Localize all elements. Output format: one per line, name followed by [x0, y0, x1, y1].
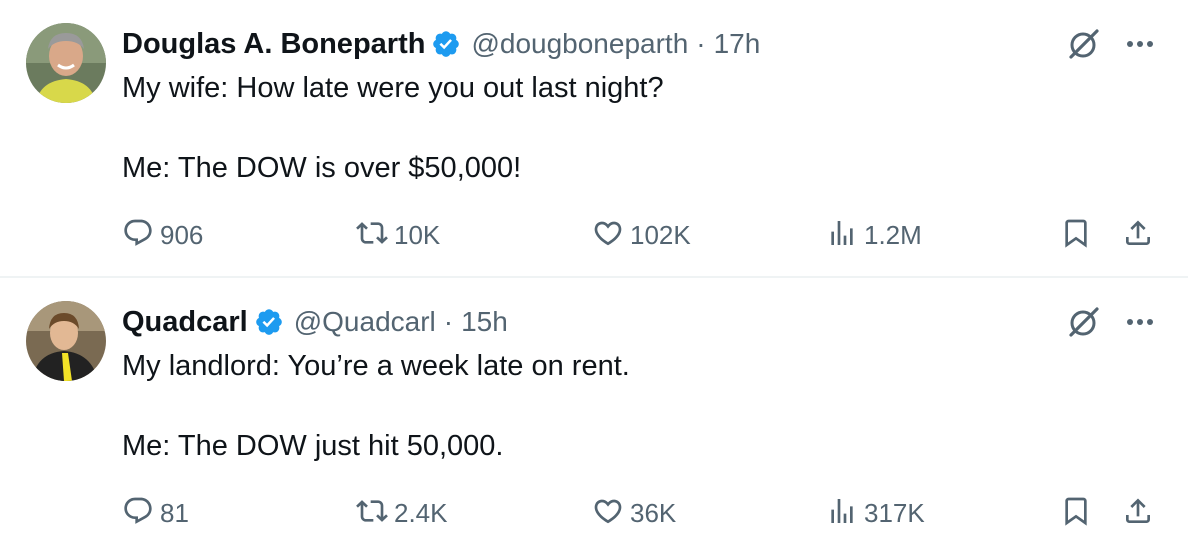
heart-icon	[592, 495, 624, 532]
reply-button[interactable]: 81	[122, 493, 189, 533]
like-button[interactable]: 102K	[592, 215, 691, 255]
tweet[interactable]: Douglas A. Boneparth @dougboneparth · 17…	[0, 0, 1188, 276]
author-handle[interactable]: @dougboneparth	[471, 28, 688, 60]
grok-icon[interactable]	[1066, 304, 1102, 340]
tweet-text: Me: The DOW is over $50,000!	[122, 152, 522, 184]
reply-icon	[122, 495, 154, 532]
author-name[interactable]: Douglas A. Boneparth	[122, 28, 425, 61]
avatar[interactable]	[26, 23, 106, 103]
share-icon	[1122, 217, 1154, 254]
like-button[interactable]: 36K	[592, 493, 676, 533]
bookmark-icon	[1060, 217, 1092, 254]
like-count: 102K	[630, 219, 691, 250]
reply-icon	[122, 217, 154, 254]
tweet-header: Quadcarl @Quadcarl · 15h	[122, 302, 508, 342]
verified-badge-icon	[431, 29, 461, 59]
timestamp[interactable]: 15h	[461, 306, 508, 338]
retweet-count: 10K	[394, 219, 441, 250]
retweet-count: 2.4K	[394, 497, 448, 528]
action-bar: 81 2.4K 36K 317K	[0, 493, 1188, 533]
tweet-text: My wife: How late were you out last nigh…	[122, 72, 664, 104]
timestamp[interactable]: 17h	[714, 28, 761, 60]
reply-count: 906	[160, 219, 204, 250]
bookmark-button[interactable]	[1060, 493, 1092, 533]
bookmark-icon	[1060, 495, 1092, 532]
separator: ·	[696, 28, 706, 59]
verified-badge-icon	[254, 307, 284, 337]
retweet-button[interactable]: 10K	[356, 215, 440, 255]
tweet-text: My landlord: You’re a week late on rent.	[122, 350, 630, 382]
author-name[interactable]: Quadcarl	[122, 306, 248, 339]
retweet-icon	[356, 217, 388, 254]
analytics-icon	[826, 495, 858, 532]
action-bar: 906 10K 102K 1.2M	[0, 215, 1188, 255]
analytics-icon	[826, 217, 858, 254]
reply-button[interactable]: 906	[122, 215, 203, 255]
tweet[interactable]: Quadcarl @Quadcarl · 15h My landlord: Yo…	[0, 278, 1188, 554]
views-count: 1.2M	[864, 219, 922, 250]
more-options-icon[interactable]	[1120, 30, 1160, 58]
tweet-text: Me: The DOW just hit 50,000.	[122, 430, 504, 462]
heart-icon	[592, 217, 624, 254]
share-icon	[1122, 495, 1154, 532]
views-count: 317K	[864, 497, 925, 528]
separator: ·	[443, 306, 454, 337]
reply-count: 81	[160, 497, 189, 528]
retweet-icon	[356, 495, 388, 532]
bookmark-button[interactable]	[1060, 215, 1092, 255]
views-button[interactable]: 1.2M	[826, 215, 922, 255]
author-handle[interactable]: @Quadcarl	[294, 306, 436, 338]
tweet-header: Douglas A. Boneparth @dougboneparth · 17…	[122, 24, 760, 64]
retweet-button[interactable]: 2.4K	[356, 493, 448, 533]
more-options-icon[interactable]	[1120, 308, 1160, 336]
views-button[interactable]: 317K	[826, 493, 925, 533]
share-button[interactable]	[1122, 493, 1154, 533]
avatar[interactable]	[26, 301, 106, 381]
like-count: 36K	[630, 497, 677, 528]
grok-icon[interactable]	[1066, 26, 1102, 62]
share-button[interactable]	[1122, 215, 1154, 255]
